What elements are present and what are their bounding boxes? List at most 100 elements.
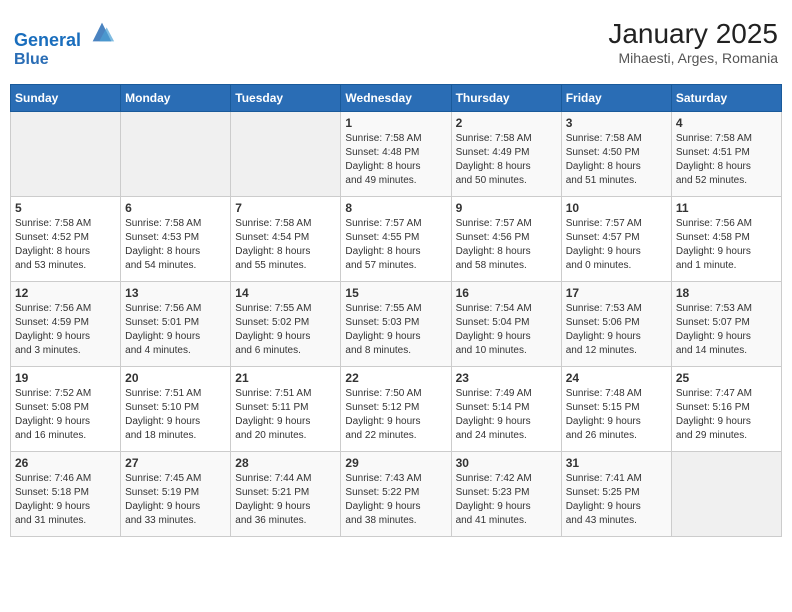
day-cell: 22 Sunrise: 7:50 AM Sunset: 5:12 PM Dayli… xyxy=(341,367,451,452)
day-info: Sunrise: 7:53 AM Sunset: 5:07 PM Dayligh… xyxy=(676,302,777,358)
day-cell: 9Sunrise: 7:57 AM Sunset: 4:56 PM Daylig… xyxy=(451,197,561,282)
day-info: Sunrise: 7:57 AM Sunset: 4:55 PM Dayligh… xyxy=(345,217,446,273)
weekday-header-sunday: Sunday xyxy=(11,85,121,112)
day-number: 23 xyxy=(456,371,557,385)
day-cell xyxy=(11,112,121,197)
day-info: Sunrise: 7:56 AM Sunset: 5:01 PM Dayligh… xyxy=(125,302,226,358)
day-info: Sunrise: 7:58 AM Sunset: 4:50 PM Dayligh… xyxy=(566,132,667,188)
day-number: 13 xyxy=(125,286,226,300)
day-cell: 15Sunrise: 7:55 AM Sunset: 5:03 PM Dayli… xyxy=(341,282,451,367)
day-number: 21 xyxy=(235,371,336,385)
day-number: 10 xyxy=(566,201,667,215)
day-info: Sunrise: 7:56 AM Sunset: 4:59 PM Dayligh… xyxy=(15,302,116,358)
day-info: Sunrise: 7:52 AM Sunset: 5:08 PM Dayligh… xyxy=(15,387,116,443)
day-info: Sunrise: 7:57 AM Sunset: 4:57 PM Dayligh… xyxy=(566,217,667,273)
day-number: 17 xyxy=(566,286,667,300)
day-cell: 18 Sunrise: 7:53 AM Sunset: 5:07 PM Dayli… xyxy=(671,282,781,367)
day-info: Sunrise: 7:43 AM Sunset: 5:22 PM Dayligh… xyxy=(345,472,446,528)
day-cell: 29Sunrise: 7:43 AM Sunset: 5:22 PM Dayli… xyxy=(341,452,451,537)
day-info: Sunrise: 7:42 AM Sunset: 5:23 PM Dayligh… xyxy=(456,472,557,528)
day-number: 31 xyxy=(566,456,667,470)
day-cell: 7 Sunrise: 7:58 AM Sunset: 4:54 PM Daylig… xyxy=(231,197,341,282)
day-number: 1 xyxy=(345,116,446,130)
day-info: Sunrise: 7:51 AM Sunset: 5:11 PM Dayligh… xyxy=(235,387,336,443)
day-number: 12 xyxy=(15,286,116,300)
day-cell: 28 Sunrise: 7:44 AM Sunset: 5:21 PM Dayli… xyxy=(231,452,341,537)
day-info: Sunrise: 7:44 AM Sunset: 5:21 PM Dayligh… xyxy=(235,472,336,528)
day-cell: 8 Sunrise: 7:57 AM Sunset: 4:55 PM Daylig… xyxy=(341,197,451,282)
day-info: Sunrise: 7:41 AM Sunset: 5:25 PM Dayligh… xyxy=(566,472,667,528)
day-cell: 27Sunrise: 7:45 AM Sunset: 5:19 PM Dayli… xyxy=(121,452,231,537)
day-info: Sunrise: 7:58 AM Sunset: 4:54 PM Dayligh… xyxy=(235,217,336,273)
day-number: 4 xyxy=(676,116,777,130)
day-info: Sunrise: 7:48 AM Sunset: 5:15 PM Dayligh… xyxy=(566,387,667,443)
day-cell xyxy=(671,452,781,537)
day-info: Sunrise: 7:46 AM Sunset: 5:18 PM Dayligh… xyxy=(15,472,116,528)
month-title: January 2025 xyxy=(608,18,778,50)
logo: General Blue xyxy=(14,18,116,68)
day-cell: 25 Sunrise: 7:47 AM Sunset: 5:16 PM Dayli… xyxy=(671,367,781,452)
day-cell: 26 Sunrise: 7:46 AM Sunset: 5:18 PM Dayli… xyxy=(11,452,121,537)
day-number: 2 xyxy=(456,116,557,130)
location-subtitle: Mihaesti, Arges, Romania xyxy=(608,50,778,66)
day-number: 26 xyxy=(15,456,116,470)
day-info: Sunrise: 7:53 AM Sunset: 5:06 PM Dayligh… xyxy=(566,302,667,358)
day-info: Sunrise: 7:55 AM Sunset: 5:02 PM Dayligh… xyxy=(235,302,336,358)
day-cell: 31 Sunrise: 7:41 AM Sunset: 5:25 PM Dayli… xyxy=(561,452,671,537)
day-number: 24 xyxy=(566,371,667,385)
day-info: Sunrise: 7:58 AM Sunset: 4:53 PM Dayligh… xyxy=(125,217,226,273)
day-number: 25 xyxy=(676,371,777,385)
day-cell: 20 Sunrise: 7:51 AM Sunset: 5:10 PM Dayli… xyxy=(121,367,231,452)
day-number: 20 xyxy=(125,371,226,385)
day-cell: 17 Sunrise: 7:53 AM Sunset: 5:06 PM Dayli… xyxy=(561,282,671,367)
day-number: 30 xyxy=(456,456,557,470)
week-row-5: 26 Sunrise: 7:46 AM Sunset: 5:18 PM Dayli… xyxy=(11,452,782,537)
day-number: 14 xyxy=(235,286,336,300)
day-cell: 2Sunrise: 7:58 AM Sunset: 4:49 PM Daylig… xyxy=(451,112,561,197)
day-number: 28 xyxy=(235,456,336,470)
day-cell: 4Sunrise: 7:58 AM Sunset: 4:51 PM Daylig… xyxy=(671,112,781,197)
day-info: Sunrise: 7:50 AM Sunset: 5:12 PM Dayligh… xyxy=(345,387,446,443)
day-cell: 13 Sunrise: 7:56 AM Sunset: 5:01 PM Dayli… xyxy=(121,282,231,367)
day-cell: 14 Sunrise: 7:55 AM Sunset: 5:02 PM Dayli… xyxy=(231,282,341,367)
day-info: Sunrise: 7:56 AM Sunset: 4:58 PM Dayligh… xyxy=(676,217,777,273)
day-info: Sunrise: 7:45 AM Sunset: 5:19 PM Dayligh… xyxy=(125,472,226,528)
day-number: 15 xyxy=(345,286,446,300)
weekday-header-thursday: Thursday xyxy=(451,85,561,112)
calendar-table: SundayMondayTuesdayWednesdayThursdayFrid… xyxy=(10,84,782,537)
day-cell: 24 Sunrise: 7:48 AM Sunset: 5:15 PM Dayli… xyxy=(561,367,671,452)
day-cell: 30 Sunrise: 7:42 AM Sunset: 5:23 PM Dayli… xyxy=(451,452,561,537)
day-cell: 6 Sunrise: 7:58 AM Sunset: 4:53 PM Daylig… xyxy=(121,197,231,282)
day-number: 9 xyxy=(456,201,557,215)
day-cell: 10 Sunrise: 7:57 AM Sunset: 4:57 PM Dayli… xyxy=(561,197,671,282)
logo-blue: Blue xyxy=(14,51,116,69)
logo-icon xyxy=(88,18,116,46)
weekday-header-monday: Monday xyxy=(121,85,231,112)
day-number: 6 xyxy=(125,201,226,215)
day-info: Sunrise: 7:58 AM Sunset: 4:52 PM Dayligh… xyxy=(15,217,116,273)
day-number: 3 xyxy=(566,116,667,130)
week-row-3: 12 Sunrise: 7:56 AM Sunset: 4:59 PM Dayli… xyxy=(11,282,782,367)
day-number: 8 xyxy=(345,201,446,215)
day-cell: 12 Sunrise: 7:56 AM Sunset: 4:59 PM Dayli… xyxy=(11,282,121,367)
day-cell: 1Sunrise: 7:58 AM Sunset: 4:48 PM Daylig… xyxy=(341,112,451,197)
day-info: Sunrise: 7:51 AM Sunset: 5:10 PM Dayligh… xyxy=(125,387,226,443)
week-row-4: 19Sunrise: 7:52 AM Sunset: 5:08 PM Dayli… xyxy=(11,367,782,452)
day-cell: 21 Sunrise: 7:51 AM Sunset: 5:11 PM Dayli… xyxy=(231,367,341,452)
day-number: 5 xyxy=(15,201,116,215)
weekday-header-wednesday: Wednesday xyxy=(341,85,451,112)
weekday-header-row: SundayMondayTuesdayWednesdayThursdayFrid… xyxy=(11,85,782,112)
day-info: Sunrise: 7:49 AM Sunset: 5:14 PM Dayligh… xyxy=(456,387,557,443)
day-number: 18 xyxy=(676,286,777,300)
logo-general: General xyxy=(14,30,81,50)
day-number: 11 xyxy=(676,201,777,215)
day-number: 7 xyxy=(235,201,336,215)
calendar-body: 1Sunrise: 7:58 AM Sunset: 4:48 PM Daylig… xyxy=(11,112,782,537)
weekday-header-tuesday: Tuesday xyxy=(231,85,341,112)
day-number: 16 xyxy=(456,286,557,300)
day-cell: 19Sunrise: 7:52 AM Sunset: 5:08 PM Dayli… xyxy=(11,367,121,452)
day-cell: 5 Sunrise: 7:58 AM Sunset: 4:52 PM Daylig… xyxy=(11,197,121,282)
week-row-2: 5 Sunrise: 7:58 AM Sunset: 4:52 PM Daylig… xyxy=(11,197,782,282)
day-info: Sunrise: 7:47 AM Sunset: 5:16 PM Dayligh… xyxy=(676,387,777,443)
day-number: 22 xyxy=(345,371,446,385)
